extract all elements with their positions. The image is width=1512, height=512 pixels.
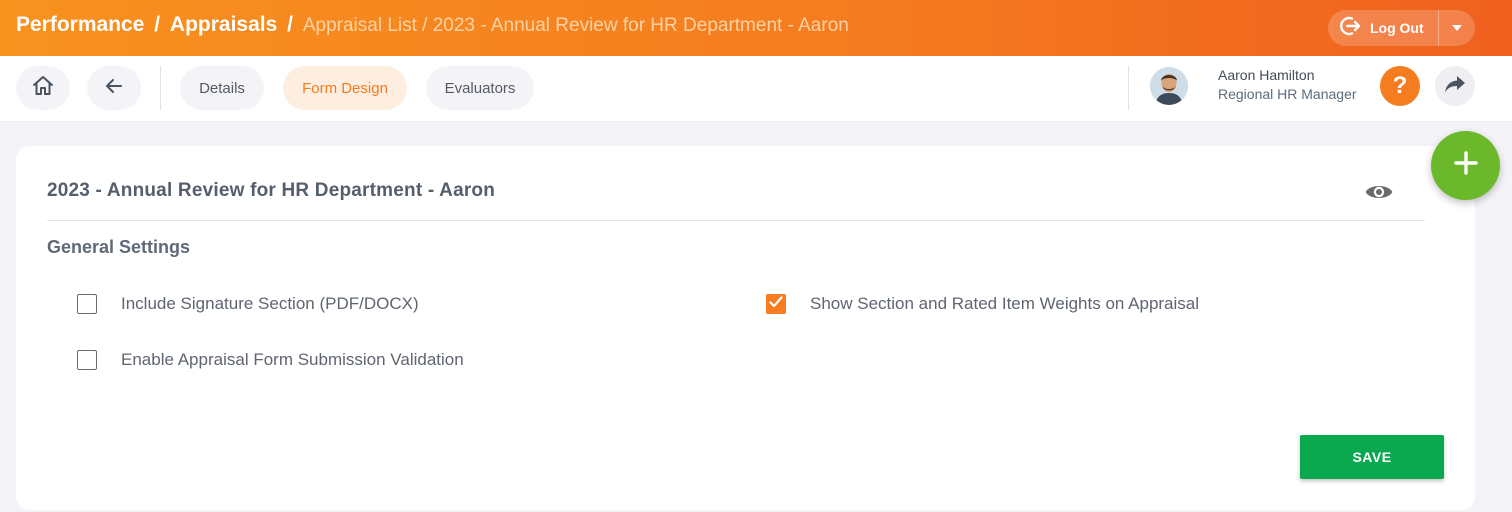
title-divider: [47, 220, 1425, 221]
logout-label: Log Out: [1370, 20, 1424, 36]
option-signature-section[interactable]: Include Signature Section (PDF/DOCX): [77, 294, 419, 314]
settings-card: 2023 - Annual Review for HR Department -…: [16, 146, 1475, 510]
option-label: Show Section and Rated Item Weights on A…: [810, 294, 1200, 313]
breadcrumb-performance[interactable]: Performance: [16, 13, 144, 36]
tab-evaluators[interactable]: Evaluators: [426, 66, 534, 110]
arrow-left-icon: [104, 76, 124, 101]
plus-icon: [1453, 151, 1478, 180]
tab-form-design[interactable]: Form Design: [283, 66, 407, 110]
save-button[interactable]: SAVE: [1300, 435, 1444, 479]
check-icon: [769, 295, 783, 313]
option-show-weights[interactable]: Show Section and Rated Item Weights on A…: [766, 294, 1199, 314]
top-header: Performance / Appraisals / Appraisal Lis…: [0, 0, 1512, 56]
breadcrumb-trail: Appraisal List / 2023 - Annual Review fo…: [302, 15, 849, 36]
add-button[interactable]: [1431, 131, 1500, 200]
nav-bar: Details Form Design Evaluators Aaron Ham…: [0, 56, 1512, 122]
user-name: Aaron Hamilton: [1218, 67, 1315, 83]
share-button[interactable]: [1435, 66, 1475, 106]
option-label: Enable Appraisal Form Submission Validat…: [121, 350, 464, 369]
logout-group: Log Out: [1328, 10, 1475, 46]
back-button[interactable]: [87, 66, 141, 110]
checkbox[interactable]: [77, 294, 97, 314]
tab-details[interactable]: Details: [180, 66, 264, 110]
section-title: General Settings: [47, 237, 191, 257]
option-label: Include Signature Section (PDF/DOCX): [121, 294, 419, 313]
page-title: 2023 - Annual Review for HR Department -…: [47, 180, 496, 201]
help-button[interactable]: ?: [1380, 66, 1420, 106]
nav-divider: [160, 66, 161, 110]
eye-icon: [1364, 186, 1394, 208]
preview-button[interactable]: [1364, 180, 1394, 204]
help-icon: ?: [1392, 72, 1408, 99]
home-icon: [31, 74, 55, 103]
avatar[interactable]: [1150, 67, 1188, 105]
logout-button[interactable]: Log Out: [1328, 10, 1438, 46]
checkbox-checked[interactable]: [766, 294, 786, 314]
user-divider: [1128, 66, 1129, 110]
breadcrumb-appraisals[interactable]: Appraisals: [170, 13, 277, 36]
breadcrumb: Performance / Appraisals / Appraisal Lis…: [16, 13, 849, 37]
share-icon: [1444, 74, 1466, 99]
breadcrumb-separator: /: [154, 13, 161, 36]
option-submission-validation[interactable]: Enable Appraisal Form Submission Validat…: [77, 350, 464, 370]
logout-icon: [1338, 14, 1362, 43]
breadcrumb-separator: /: [287, 13, 293, 36]
home-button[interactable]: [16, 66, 70, 110]
logout-menu-toggle[interactable]: [1439, 10, 1475, 46]
user-role: Regional HR Manager: [1218, 86, 1357, 102]
caret-down-icon: [1451, 19, 1463, 37]
checkbox[interactable]: [77, 350, 97, 370]
